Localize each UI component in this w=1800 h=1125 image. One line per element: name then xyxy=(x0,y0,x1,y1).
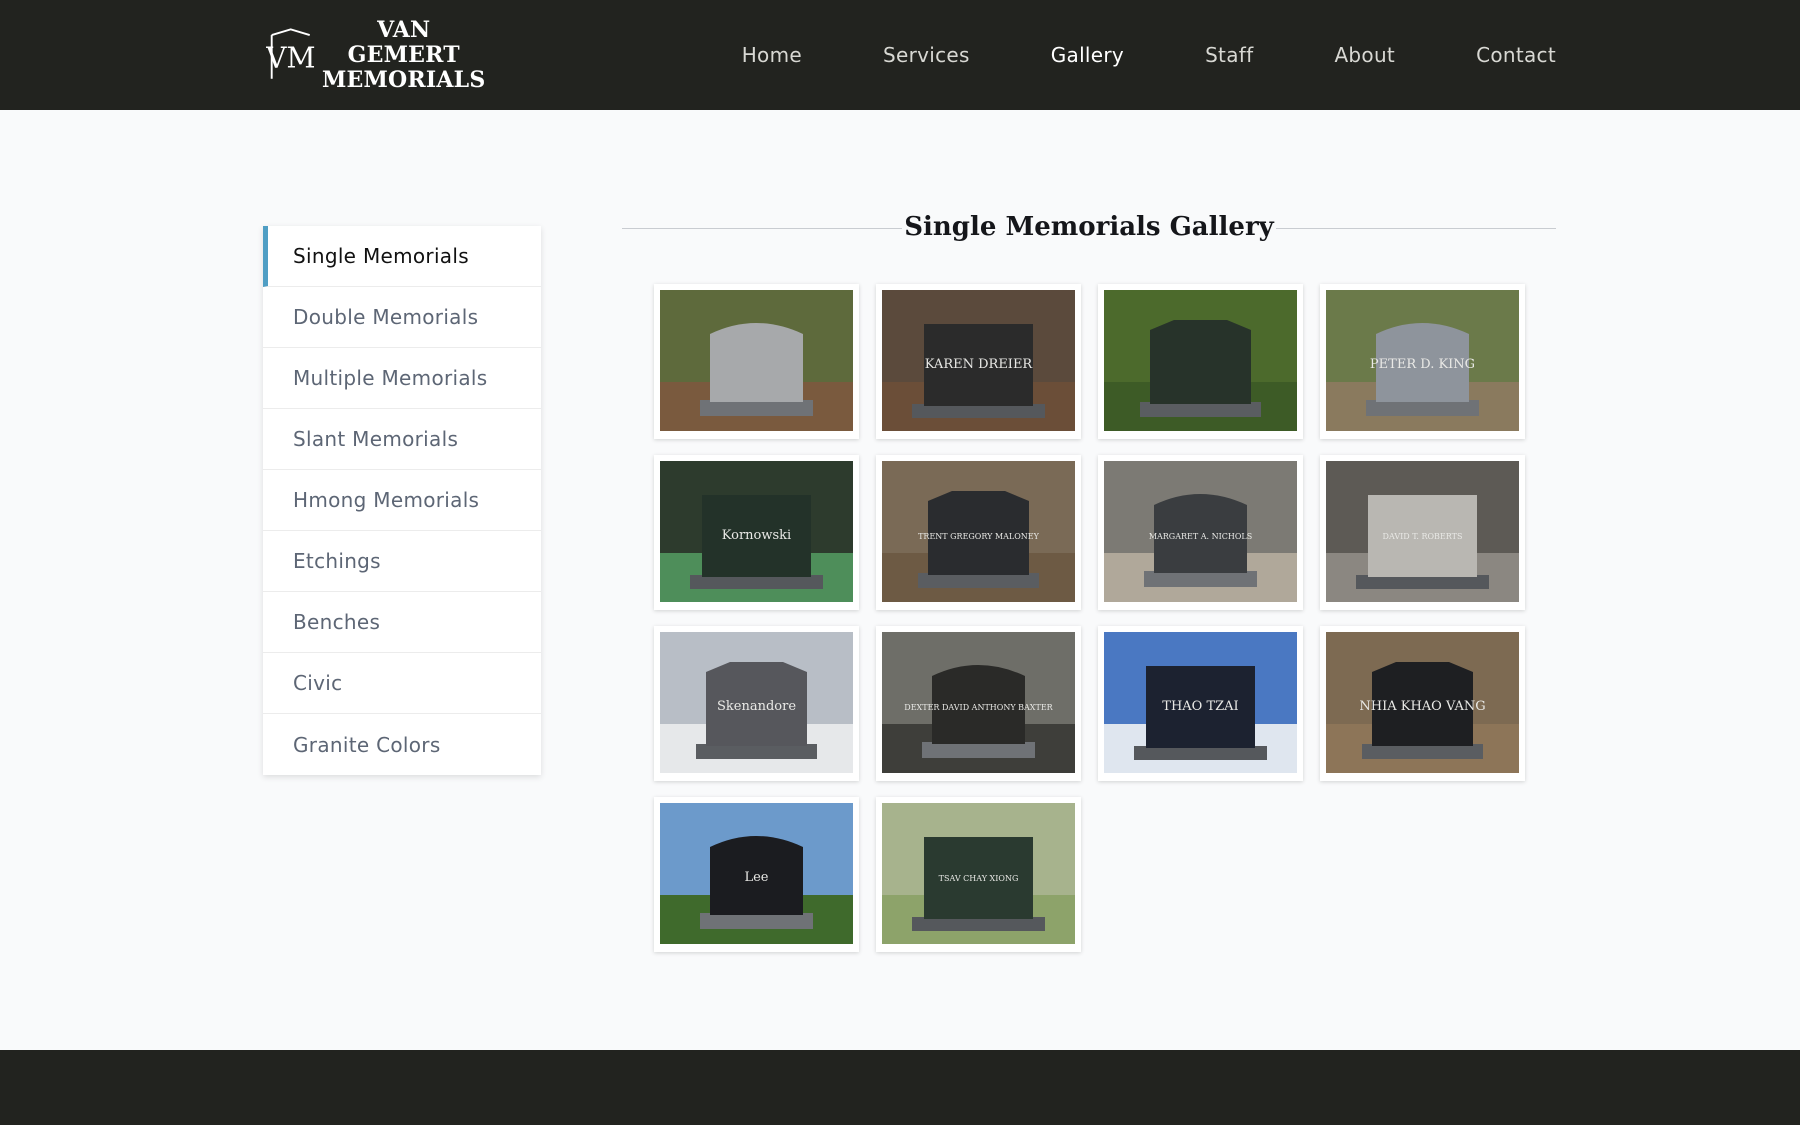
gallery-thumbnail[interactable]: DAVID T. ROBERTS xyxy=(1320,455,1525,610)
brand-name: VAN GEMERT MEMORIALS xyxy=(321,16,486,93)
memorial-photo: NHIA KHAO VANG xyxy=(1326,632,1519,773)
page-title: Single Memorials Gallery xyxy=(904,212,1274,242)
gallery-grid: KAREN DREIER PETER D. KING Kornowski TRENT … xyxy=(654,284,1525,952)
gallery-heading: Single Memorials Gallery xyxy=(622,206,1556,252)
brand-line-2: MEMORIALS xyxy=(321,66,486,93)
inscription-text: TSAV CHAY XIONG xyxy=(939,874,1019,883)
inscription-text: Skenandore xyxy=(717,699,796,714)
inscription-text: KAREN DREIER xyxy=(925,357,1034,372)
sidebar-item-granite-colors[interactable]: Granite Colors xyxy=(263,714,541,775)
sidebar-item-hmong-memorials[interactable]: Hmong Memorials xyxy=(263,470,541,531)
sidebar-item-benches[interactable]: Benches xyxy=(263,592,541,653)
memorial-photo: Kornowski xyxy=(660,461,853,602)
heading-rule-right xyxy=(1276,228,1556,229)
memorial-photo: Skenandore xyxy=(660,632,853,773)
gallery-thumbnail[interactable]: Kornowski xyxy=(654,455,859,610)
nav-staff[interactable]: Staff xyxy=(1205,43,1253,67)
memorial-photo: TSAV CHAY XIONG xyxy=(882,803,1075,944)
gallery-thumbnail[interactable]: THAO TZAI xyxy=(1098,626,1303,781)
memorial-photo xyxy=(1104,290,1297,431)
inscription-text: TRENT GREGORY MALONEY xyxy=(918,532,1040,541)
gallery-thumbnail[interactable] xyxy=(1098,284,1303,439)
memorial-photo: DAVID T. ROBERTS xyxy=(1326,461,1519,602)
memorial-photo: Lee xyxy=(660,803,853,944)
gallery-thumbnail[interactable]: DEXTER DAVID ANTHONY BAXTER xyxy=(876,626,1081,781)
memorial-photo: TRENT GREGORY MALONEY xyxy=(882,461,1075,602)
memorial-photo: THAO TZAI xyxy=(1104,632,1297,773)
memorial-photo: KAREN DREIER xyxy=(882,290,1075,431)
gallery-thumbnail[interactable]: Lee xyxy=(654,797,859,952)
inscription-text: Lee xyxy=(744,870,768,885)
main-nav: Home Services Gallery Staff About Contac… xyxy=(661,0,1556,110)
sidebar-item-etchings[interactable]: Etchings xyxy=(263,531,541,592)
memorial-photo: DEXTER DAVID ANTHONY BAXTER xyxy=(882,632,1075,773)
sidebar-item-double-memorials[interactable]: Double Memorials xyxy=(263,287,541,348)
sidebar-item-multiple-memorials[interactable]: Multiple Memorials xyxy=(263,348,541,409)
nav-about[interactable]: About xyxy=(1334,43,1395,67)
inscription-text: PETER D. KING xyxy=(1370,357,1475,372)
gallery-thumbnail[interactable]: TRENT GREGORY MALONEY xyxy=(876,455,1081,610)
gallery-thumbnail[interactable]: KAREN DREIER xyxy=(876,284,1081,439)
gallery-thumbnail[interactable] xyxy=(654,284,859,439)
inscription-text: Kornowski xyxy=(722,528,791,543)
nav-contact[interactable]: Contact xyxy=(1476,43,1556,67)
site-header: VM VAN GEMERT MEMORIALS Home Services Ga… xyxy=(0,0,1800,110)
vm-monogram-icon: VM xyxy=(266,28,315,79)
inscription-text: DEXTER DAVID ANTHONY BAXTER xyxy=(904,703,1053,712)
brand-logo[interactable]: VM VAN GEMERT MEMORIALS xyxy=(266,17,486,92)
gallery-thumbnail[interactable]: TSAV CHAY XIONG xyxy=(876,797,1081,952)
brand-line-1: VAN GEMERT xyxy=(347,16,460,68)
gallery-thumbnail[interactable]: NHIA KHAO VANG xyxy=(1320,626,1525,781)
inscription-text: MARGARET A. NICHOLS xyxy=(1149,532,1252,541)
gallery-category-sidebar: Single Memorials Double Memorials Multip… xyxy=(263,226,541,775)
site-footer xyxy=(0,1050,1800,1125)
nav-services[interactable]: Services xyxy=(883,43,970,67)
inscription-text: THAO TZAI xyxy=(1162,699,1238,714)
inscription-text: DAVID T. ROBERTS xyxy=(1383,532,1463,541)
sidebar-item-civic[interactable]: Civic xyxy=(263,653,541,714)
memorial-photo: PETER D. KING xyxy=(1326,290,1519,431)
sidebar-item-single-memorials[interactable]: Single Memorials xyxy=(263,226,541,287)
svg-text:VM: VM xyxy=(266,41,315,74)
gallery-thumbnail[interactable]: PETER D. KING xyxy=(1320,284,1525,439)
nav-home[interactable]: Home xyxy=(742,43,802,67)
memorial-photo: MARGARET A. NICHOLS xyxy=(1104,461,1297,602)
gallery-thumbnail[interactable]: Skenandore xyxy=(654,626,859,781)
gallery-thumbnail[interactable]: MARGARET A. NICHOLS xyxy=(1098,455,1303,610)
memorial-photo xyxy=(660,290,853,431)
inscription-text: NHIA KHAO VANG xyxy=(1359,699,1485,714)
nav-gallery[interactable]: Gallery xyxy=(1051,43,1124,67)
sidebar-item-slant-memorials[interactable]: Slant Memorials xyxy=(263,409,541,470)
